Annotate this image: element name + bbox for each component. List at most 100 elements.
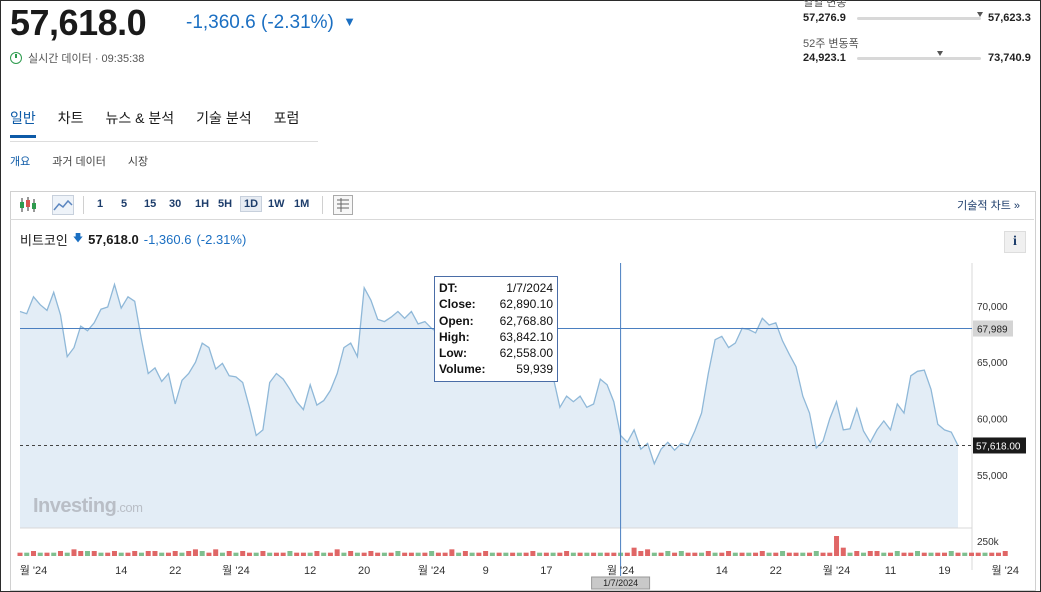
volume-bar — [462, 551, 468, 556]
volume-bar — [213, 549, 219, 556]
volume-bar — [982, 552, 988, 556]
volume-bar — [658, 552, 664, 556]
volume-bar — [570, 552, 576, 556]
volume-bar — [300, 552, 306, 556]
volume-bar — [516, 552, 522, 556]
volume-bar — [17, 552, 23, 556]
tooltip-row: DT: 1/7/2024 — [439, 281, 553, 295]
volume-bar — [989, 552, 995, 556]
volume-bar — [874, 551, 880, 556]
x-tick-label: 20 — [358, 565, 370, 577]
volume-bar — [456, 552, 462, 556]
x-tick-label: 19 — [938, 565, 950, 577]
volume-bar — [739, 552, 745, 556]
x-tick-label: 월 '24 — [418, 564, 446, 577]
volume-bar — [503, 552, 509, 556]
volume-bar — [375, 552, 381, 556]
volume-bar — [192, 549, 198, 556]
tooltip-row: Close: 62,890.10 — [439, 297, 553, 312]
volume-bar — [1002, 551, 1008, 556]
volume-bar — [280, 552, 286, 556]
volume-bar — [908, 552, 914, 556]
volume-bar — [368, 551, 374, 556]
volume-bar — [861, 552, 867, 556]
volume-bar — [483, 551, 489, 556]
volume-bar — [125, 552, 131, 556]
volume-bar — [550, 552, 556, 556]
x-tick-label: 22 — [169, 565, 181, 577]
volume-bar — [827, 552, 833, 556]
tooltip-row: Open: 62,768.80 — [439, 313, 553, 328]
volume-bar — [408, 552, 414, 556]
tooltip-row: High: 63,842.10 — [439, 329, 553, 344]
x-tick-label: 월 '24 — [991, 564, 1019, 577]
volume-bar — [624, 552, 630, 556]
volume-bar — [44, 552, 50, 556]
volume-bar — [604, 552, 610, 556]
volume-bar — [206, 552, 212, 556]
volume-bar — [611, 552, 617, 556]
volume-bar — [510, 552, 516, 556]
volume-bar — [955, 552, 961, 556]
watermark-brand: Investing — [33, 495, 117, 517]
volume-bar — [597, 552, 603, 556]
volume-bar — [712, 552, 718, 556]
volume-bar — [564, 551, 570, 556]
y-tick-label: 60,000 — [977, 415, 1008, 426]
x-tick-label: 14 — [115, 565, 127, 577]
volume-axis-label: 250k — [977, 537, 1000, 548]
volume-bar — [651, 552, 657, 556]
volume-bar — [867, 551, 873, 556]
volume-bar — [665, 551, 671, 556]
x-tick-label: 월 '24 — [20, 564, 48, 577]
volume-bar — [341, 552, 347, 556]
volume-bar — [442, 552, 448, 556]
volume-bar — [746, 552, 752, 556]
volume-bar — [854, 551, 860, 556]
volume-bar — [64, 552, 70, 556]
volume-bar — [530, 551, 536, 556]
volume-bar — [888, 552, 894, 556]
volume-bar — [37, 552, 43, 556]
volume-bar — [388, 552, 394, 556]
volume-bar — [51, 552, 57, 556]
volume-bar — [233, 552, 239, 556]
volume-bar — [935, 552, 941, 556]
volume-bar — [314, 551, 320, 556]
x-tick-label: 17 — [540, 565, 552, 577]
volume-bar — [260, 551, 266, 556]
volume-bar — [186, 551, 192, 556]
volume-bar — [995, 552, 1001, 556]
x-tick-label: 월 '24 — [222, 564, 250, 577]
volume-bar — [145, 551, 151, 556]
volume-bar — [132, 551, 138, 556]
y-tick-label: 65,000 — [977, 358, 1008, 369]
volume-bar — [118, 552, 124, 556]
volume-bar — [246, 552, 252, 556]
volume-bar — [219, 552, 225, 556]
volume-bar — [523, 552, 529, 556]
volume-bar — [840, 547, 846, 556]
volume-bar — [699, 552, 705, 556]
x-tick-label: 22 — [770, 565, 782, 577]
y-tick-label: 70,000 — [977, 302, 1008, 313]
volume-bar — [968, 552, 974, 556]
x-tick-label: 11 — [885, 565, 896, 577]
volume-bar — [901, 552, 907, 556]
tooltip-row: Low: 62,558.00 — [439, 346, 553, 361]
volume-bar — [942, 552, 948, 556]
volume-bar — [469, 552, 475, 556]
volume-bar — [773, 552, 779, 556]
volume-bar — [57, 551, 63, 556]
volume-bar — [928, 552, 934, 556]
volume-bar — [705, 551, 711, 556]
volume-bar — [685, 552, 691, 556]
volume-bar — [881, 552, 887, 556]
volume-bar — [165, 552, 171, 556]
volume-bar — [921, 552, 927, 556]
volume-bar — [199, 551, 205, 556]
x-tick-label: 월 '24 — [607, 564, 635, 577]
volume-bar — [294, 552, 300, 556]
x-tick-label: 12 — [304, 565, 316, 577]
volume-bar — [84, 551, 90, 556]
